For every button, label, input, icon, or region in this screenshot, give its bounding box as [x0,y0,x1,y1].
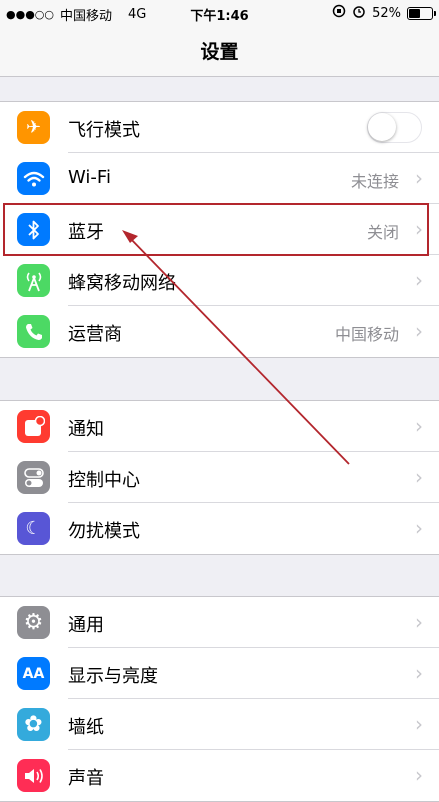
settings-group-notifications: 通知 › 控制中心 › ☾ 勿扰模式 › [0,400,439,555]
notification-icon [17,410,50,443]
navigation-bar: 设置 [0,26,439,77]
settings-row-wifi[interactable]: Wi-Fi 未连接 › [0,153,439,204]
status-right: 52% [332,4,436,22]
airplane-toggle[interactable] [367,112,422,143]
settings-group-general: ⚙ 通用 › AA 显示与亮度 › ✿ 墙纸 › 声音 › [0,596,439,802]
bluetooth-icon [17,213,50,246]
settings-row-label: 运营商 [68,324,122,345]
settings-row-label: 勿扰模式 [68,521,140,542]
settings-row-label: 蓝牙 [68,222,104,243]
settings-row-airplane[interactable]: ✈ 飞行模式 [0,102,439,153]
settings-row-control-center[interactable]: 控制中心 › [0,452,439,503]
toggle-knob [368,113,396,141]
battery-percent: 52% [372,5,401,21]
settings-row-value: 未连接 [350,172,399,191]
cellular-antenna-icon [17,264,50,297]
page-title: 设置 [200,41,239,63]
settings-row-sounds[interactable]: 声音 › [0,750,439,801]
text-size-icon: AA [17,657,50,690]
switches-icon [17,461,50,494]
settings-row-value: 中国移动 [334,325,399,344]
settings-row-cellular[interactable]: 蜂窝移动网络 › [0,255,439,306]
battery-fill [409,8,420,18]
chevron-right-icon: › [415,319,423,343]
gear-icon: ⚙ [17,606,50,639]
phone-icon [17,315,50,348]
orientation-lock-icon [332,4,346,22]
settings-row-label: Wi-Fi [68,167,111,188]
chevron-right-icon: › [415,217,423,241]
chevron-right-icon: › [415,465,423,489]
settings-row-label: 显示与亮度 [68,666,158,687]
status-bar: ●●●○○ 中国移动 4G 下午1:46 52% [0,0,439,26]
settings-row-label: 蜂窝移动网络 [68,273,176,294]
chevron-right-icon: › [415,610,423,634]
settings-row-do-not-disturb[interactable]: ☾ 勿扰模式 › [0,503,439,554]
chevron-right-icon: › [415,763,423,787]
battery-icon [407,6,436,20]
settings-row-label: 声音 [68,768,104,789]
settings-row-label: 飞行模式 [68,120,140,141]
settings-row-bluetooth[interactable]: 蓝牙 关闭 › [0,204,439,255]
alarm-icon [352,4,366,22]
speaker-icon [17,759,50,792]
settings-row-display[interactable]: AA 显示与亮度 › [0,648,439,699]
settings-row-value: 关闭 [366,223,399,242]
wifi-icon [17,162,50,195]
chevron-right-icon: › [415,516,423,540]
moon-icon: ☾ [17,512,50,545]
settings-row-general[interactable]: ⚙ 通用 › [0,597,439,648]
settings-row-label: 墙纸 [68,717,104,738]
settings-row-notifications[interactable]: 通知 › [0,401,439,452]
settings-row-carrier[interactable]: 运营商 中国移动 › [0,306,439,357]
settings-row-label: 控制中心 [68,470,140,491]
settings-group-connectivity: ✈ 飞行模式 Wi-Fi 未连接 › 蓝牙 关闭 › 蜂窝移动网络 › 运营商 中国移动 › [0,101,439,358]
settings-row-label: 通知 [68,419,104,440]
chevron-right-icon: › [415,712,423,736]
flower-icon: ✿ [17,708,50,741]
chevron-right-icon: › [415,166,423,190]
chevron-right-icon: › [415,414,423,438]
airplane-icon: ✈ [17,111,50,144]
settings-row-label: 通用 [68,615,104,636]
chevron-right-icon: › [415,661,423,685]
chevron-right-icon: › [415,268,423,292]
settings-row-wallpaper[interactable]: ✿ 墙纸 › [0,699,439,750]
